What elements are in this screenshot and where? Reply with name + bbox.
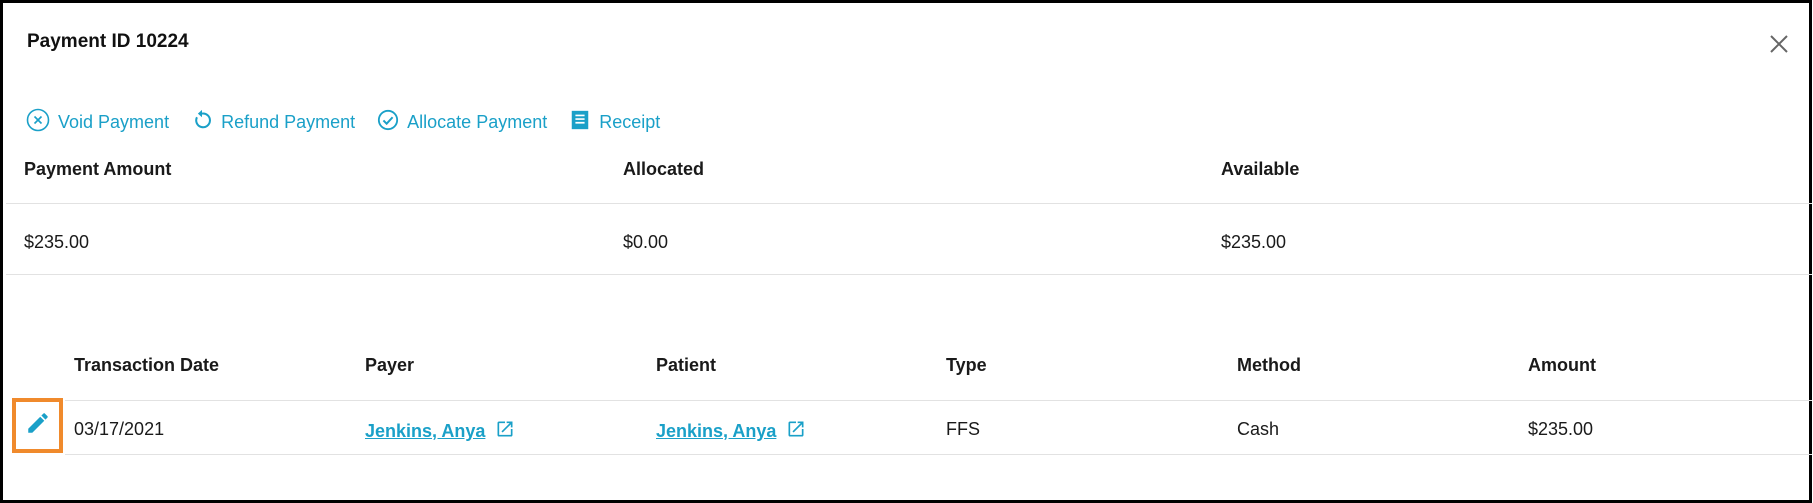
allocate-payment-button[interactable]: Allocate Payment bbox=[377, 109, 547, 136]
payer-name: Jenkins, Anya bbox=[365, 421, 486, 441]
void-payment-label: Void Payment bbox=[58, 112, 170, 132]
allocated-value: $0.00 bbox=[623, 232, 669, 252]
col-header-patient: Patient bbox=[656, 355, 717, 375]
external-link-icon bbox=[485, 419, 515, 444]
col-header-method: Method bbox=[1237, 355, 1301, 375]
close-icon[interactable] bbox=[1766, 31, 1792, 57]
allocated-label: Allocated bbox=[623, 159, 705, 179]
payer-link[interactable]: Jenkins, Anya bbox=[365, 419, 515, 444]
available-value: $235.00 bbox=[1221, 232, 1287, 252]
receipt-label: Receipt bbox=[599, 112, 661, 132]
cell-transaction-date: 03/17/2021 bbox=[74, 419, 165, 439]
cell-amount: $235.00 bbox=[1528, 419, 1594, 439]
refund-payment-label: Refund Payment bbox=[221, 112, 356, 132]
allocate-check-icon bbox=[377, 109, 407, 136]
patient-name: Jenkins, Anya bbox=[656, 421, 777, 441]
modal-title: Payment ID 10224 bbox=[27, 31, 189, 52]
allocate-payment-label: Allocate Payment bbox=[407, 112, 548, 132]
table-header-divider bbox=[65, 400, 1812, 401]
payment-modal: Payment ID 10224 Void Payment Refund Pay… bbox=[0, 0, 1812, 503]
payment-amount-label: Payment Amount bbox=[24, 159, 172, 179]
payment-amount-value: $235.00 bbox=[24, 232, 90, 252]
refund-payment-button[interactable]: Refund Payment bbox=[191, 109, 355, 136]
receipt-icon bbox=[569, 109, 599, 136]
action-bar: Void Payment Refund Payment Allocate Pay… bbox=[26, 108, 682, 137]
void-payment-button[interactable]: Void Payment bbox=[26, 108, 169, 137]
summary-divider bbox=[6, 203, 1812, 204]
col-header-type: Type bbox=[946, 355, 987, 375]
void-circle-x-icon bbox=[26, 108, 58, 137]
col-header-amount: Amount bbox=[1528, 355, 1596, 375]
patient-link[interactable]: Jenkins, Anya bbox=[656, 419, 806, 444]
edit-button[interactable] bbox=[12, 398, 63, 453]
col-header-transaction-date: Transaction Date bbox=[74, 355, 220, 375]
col-header-payer: Payer bbox=[365, 355, 415, 375]
cell-type: FFS bbox=[946, 419, 980, 439]
pencil-icon bbox=[25, 410, 51, 441]
external-link-icon bbox=[776, 419, 806, 444]
summary-bottom-divider bbox=[6, 274, 1812, 275]
cell-method: Cash bbox=[1237, 419, 1280, 439]
receipt-button[interactable]: Receipt bbox=[569, 109, 660, 136]
available-label: Available bbox=[1221, 159, 1300, 179]
table-row-divider bbox=[65, 454, 1812, 455]
refund-arrow-icon bbox=[191, 109, 221, 136]
